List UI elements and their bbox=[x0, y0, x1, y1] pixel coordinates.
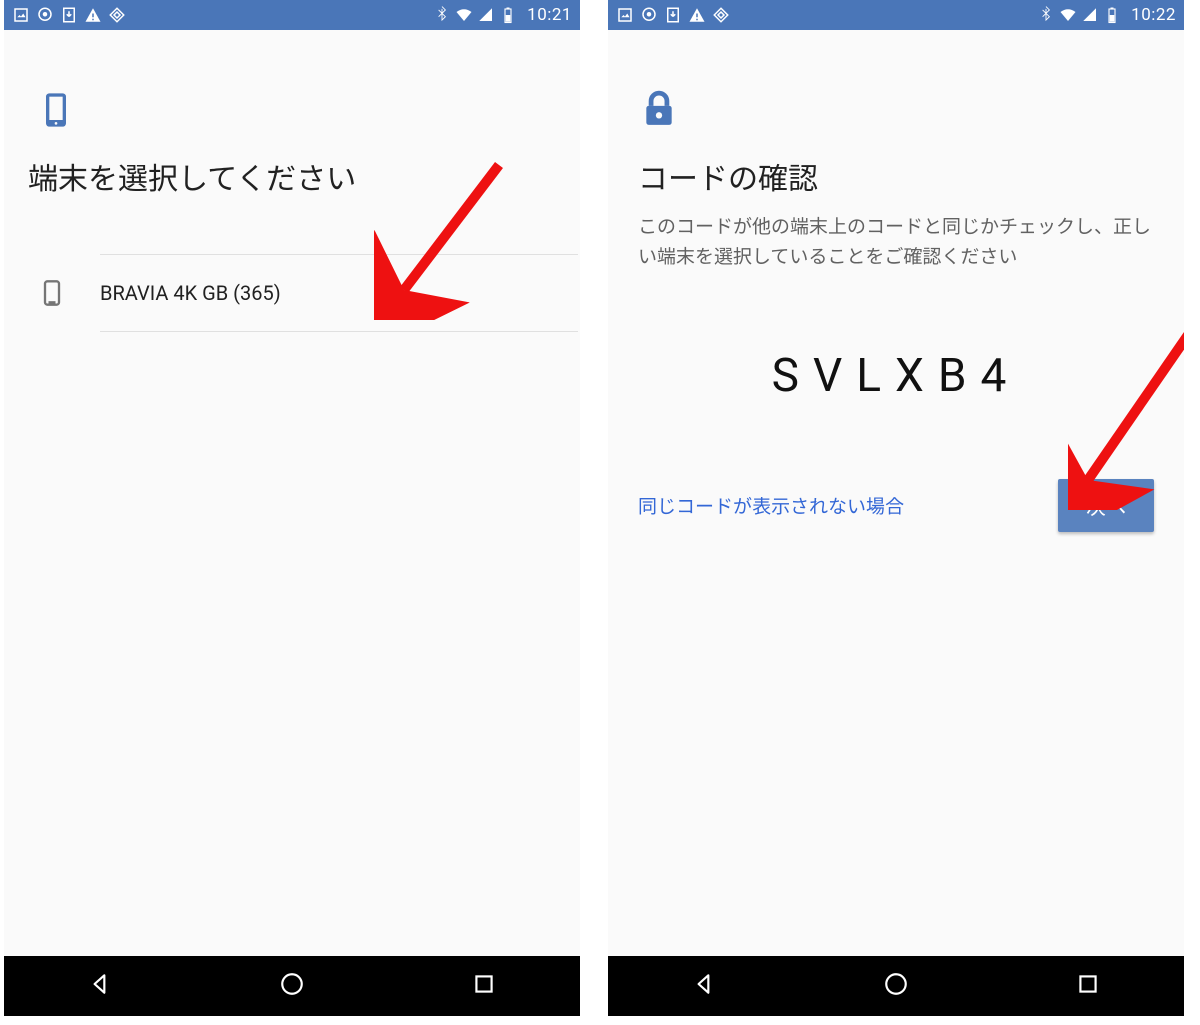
status-bar: 10:21 bbox=[4, 0, 580, 30]
status-right-icons: 10:21 bbox=[433, 5, 572, 25]
warning-icon bbox=[688, 6, 706, 24]
phone-screen-right: 10:22 コードの確認 このコードが他の端末上のコードと同じかチェックし、正し… bbox=[608, 0, 1184, 1016]
phone-screen-left: 10:21 端末を選択してください BRAVIA 4K GB (365) bbox=[4, 0, 580, 1016]
nav-bar bbox=[4, 956, 580, 1016]
device-icon bbox=[38, 279, 66, 307]
battery-icon bbox=[499, 6, 517, 24]
code-mismatch-link[interactable]: 同じコードが表示されない場合 bbox=[638, 492, 904, 519]
cell-signal-icon bbox=[1081, 6, 1099, 24]
next-button[interactable]: 次へ bbox=[1058, 479, 1154, 532]
page-description: このコードが他の端末上のコードと同じかチェックし、正しい端末を選択していることを… bbox=[638, 212, 1154, 273]
device-list: BRAVIA 4K GB (365) bbox=[4, 254, 580, 332]
image-icon bbox=[12, 6, 30, 24]
image-icon bbox=[616, 6, 634, 24]
diamond-icon bbox=[712, 6, 730, 24]
phone-icon bbox=[36, 90, 76, 130]
download-icon bbox=[664, 6, 682, 24]
wifi-icon bbox=[455, 6, 473, 24]
nav-bar bbox=[608, 956, 1184, 1016]
diamond-icon bbox=[108, 6, 126, 24]
device-item-bravia[interactable]: BRAVIA 4K GB (365) bbox=[4, 254, 580, 332]
screen1-content: 端末を選択してください BRAVIA 4K GB (365) bbox=[4, 30, 580, 956]
wifi-icon bbox=[1059, 6, 1077, 24]
bluetooth-icon bbox=[433, 6, 451, 24]
download-icon bbox=[60, 6, 78, 24]
recent-apps-button[interactable] bbox=[1075, 971, 1101, 1001]
cell-signal-icon bbox=[477, 6, 495, 24]
back-button[interactable] bbox=[691, 971, 717, 1001]
device-label: BRAVIA 4K GB (365) bbox=[100, 281, 281, 305]
chat-icon bbox=[640, 6, 658, 24]
status-time: 10:22 bbox=[1131, 5, 1176, 25]
chat-icon bbox=[36, 6, 54, 24]
status-time: 10:21 bbox=[527, 5, 572, 25]
status-right-icons: 10:22 bbox=[1037, 5, 1176, 25]
recent-apps-button[interactable] bbox=[471, 971, 497, 1001]
back-button[interactable] bbox=[87, 971, 113, 1001]
action-row: 同じコードが表示されない場合 次へ bbox=[638, 479, 1154, 532]
verification-code: SVLXB4 bbox=[608, 349, 1184, 403]
lock-icon bbox=[640, 90, 680, 130]
page-title: コードの確認 bbox=[638, 154, 1184, 198]
status-left-icons bbox=[616, 6, 730, 24]
status-left-icons bbox=[12, 6, 126, 24]
home-button[interactable] bbox=[279, 971, 305, 1001]
warning-icon bbox=[84, 6, 102, 24]
screen2-content: コードの確認 このコードが他の端末上のコードと同じかチェックし、正しい端末を選択… bbox=[608, 30, 1184, 956]
page-title: 端末を選択してください bbox=[28, 154, 580, 198]
status-bar: 10:22 bbox=[608, 0, 1184, 30]
bluetooth-icon bbox=[1037, 6, 1055, 24]
home-button[interactable] bbox=[883, 971, 909, 1001]
battery-icon bbox=[1103, 6, 1121, 24]
